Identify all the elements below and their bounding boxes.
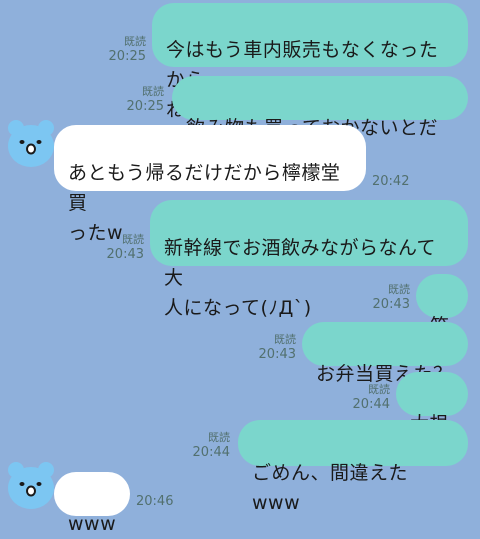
read-receipt: 既読 — [388, 283, 410, 296]
message-meta: 既読 20:44 — [190, 430, 230, 460]
message-meta: 既読 20:25 — [124, 84, 164, 114]
read-receipt: 既読 — [124, 35, 146, 48]
message-bubble-outgoing[interactable]: 笑 — [416, 274, 468, 337]
avatar[interactable] — [6, 118, 56, 168]
avatar[interactable] — [6, 460, 56, 510]
message-bubble-outgoing[interactable]: 今はもう車内販売もなくなったから ね — [152, 3, 468, 121]
timestamp: 20:43 — [258, 347, 296, 362]
message-text: ごめん、間違えたwww — [252, 462, 409, 514]
bear-icon — [8, 120, 54, 167]
message-bubble-outgoing[interactable]: ごめん、間違えたwww — [238, 420, 468, 514]
timestamp: 20:46 — [136, 494, 174, 509]
message-meta: 既読 20:43 — [104, 232, 144, 262]
timestamp: 20:43 — [372, 297, 410, 312]
message-bubble-outgoing[interactable]: 飲み物も買っておかないとだよ — [172, 76, 468, 169]
timestamp: 20:43 — [106, 247, 144, 262]
message-text: www — [68, 513, 117, 535]
message-bubble-outgoing[interactable]: 大根 — [396, 372, 468, 435]
message-bubble-outgoing[interactable]: 新幹線でお酒飲みながらなんて大 人になって(ﾉД`) — [150, 200, 468, 319]
message-bubble-outgoing[interactable]: お弁当買えた？ — [302, 322, 468, 385]
message-meta: 既読 20:25 — [106, 34, 146, 64]
bear-icon — [8, 462, 54, 509]
chat-log: 既読 20:25 今はもう車内販売もなくなったから ね 既読 20:25 飲み物… — [0, 0, 480, 535]
timestamp: 20:42 — [372, 174, 410, 189]
read-receipt: 既読 — [368, 383, 390, 396]
read-receipt: 既読 — [208, 431, 230, 444]
message-meta: 既読 20:43 — [256, 332, 296, 362]
timestamp: 20:25 — [126, 99, 164, 114]
message-meta: 既読 20:44 — [350, 382, 390, 412]
message-meta: 20:46 — [136, 494, 186, 509]
message-meta: 既読 20:43 — [370, 282, 410, 312]
timestamp: 20:44 — [192, 445, 230, 460]
timestamp: 20:44 — [352, 397, 390, 412]
timestamp: 20:25 — [108, 49, 146, 64]
message-bubble-incoming[interactable]: あともう帰るだけだから檸檬堂買 ったw — [54, 125, 366, 244]
read-receipt: 既読 — [142, 85, 164, 98]
read-receipt: 既読 — [274, 333, 296, 346]
message-bubble-incoming[interactable]: www — [54, 472, 130, 535]
read-receipt: 既読 — [122, 233, 144, 246]
message-meta: 20:42 — [372, 174, 422, 189]
